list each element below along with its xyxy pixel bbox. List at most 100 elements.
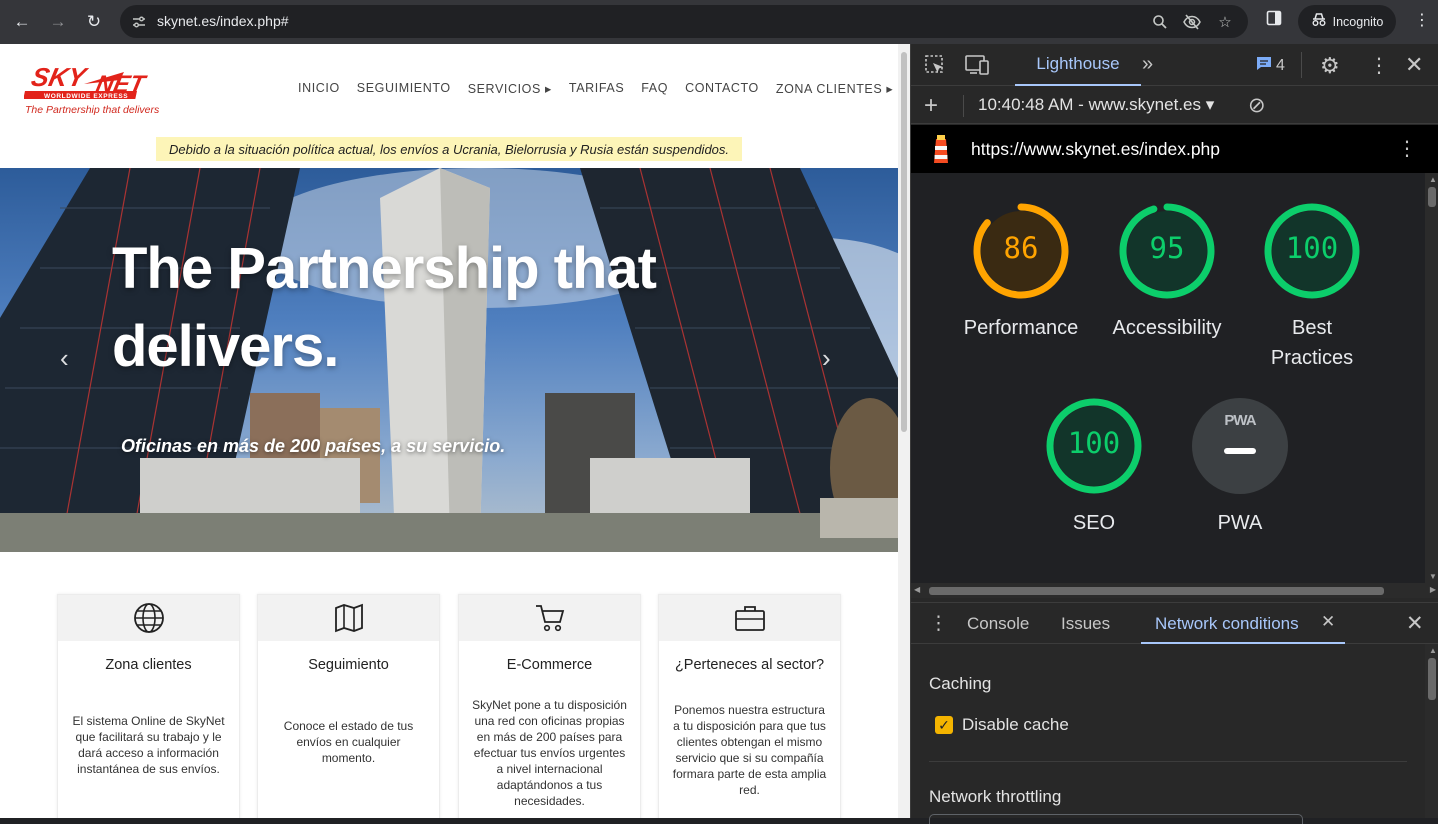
browser-toolbar: ← → ↻ skynet.es/index.php# ☆ Incognito ⋮ bbox=[0, 0, 1438, 44]
report-selector[interactable]: 10:40:48 AM - www.skynet.es ▾ bbox=[978, 95, 1214, 115]
nav-servicios[interactable]: SERVICIOS ▸ bbox=[468, 81, 552, 96]
tab-network-conditions-label: Network conditions bbox=[1155, 614, 1299, 633]
issues-counter[interactable]: 4 bbox=[1256, 56, 1285, 75]
drawer-scroll-thumb[interactable] bbox=[1428, 658, 1436, 700]
report-hscroll-thumb[interactable] bbox=[929, 587, 1384, 595]
score-value: 86 bbox=[1003, 231, 1039, 265]
lighthouse-toolbar: + 10:40:48 AM - www.skynet.es ▾ ⊘ bbox=[911, 86, 1438, 124]
scroll-up-icon[interactable]: ▲ bbox=[1429, 175, 1437, 184]
carousel-next-icon[interactable]: › bbox=[822, 343, 831, 374]
card-title: Zona clientes bbox=[105, 657, 192, 673]
score-gauge-best-practices[interactable]: 100 bbox=[1264, 203, 1360, 299]
carousel-prev-icon[interactable]: ‹ bbox=[60, 343, 69, 374]
lighthouse-report: 86 Performance 95 Accessibility 100 Best Pract… bbox=[911, 173, 1425, 583]
nav-seguimiento[interactable]: SEGUIMIENTO bbox=[357, 81, 451, 96]
score-gauge-seo[interactable]: 100 bbox=[1046, 398, 1142, 494]
report-vertical-scrollbar[interactable]: ▲ ▼ bbox=[1425, 173, 1438, 583]
svg-text:SKY: SKY bbox=[29, 62, 91, 92]
skynet-logo[interactable]: SKY NET WORLDWIDE EXPRESS The Partnershi… bbox=[23, 58, 174, 118]
page-scrollbar-thumb[interactable] bbox=[901, 52, 907, 432]
card-ecommerce[interactable]: E-Commerce SkyNet pone a tu disposición … bbox=[458, 594, 641, 818]
incognito-icon bbox=[1311, 13, 1327, 30]
close-tab-icon[interactable]: ✕ bbox=[1321, 612, 1335, 632]
scroll-left-icon[interactable]: ◀ bbox=[914, 585, 920, 594]
card-title: ¿Perteneces al sector? bbox=[674, 657, 825, 673]
cart-icon bbox=[535, 605, 564, 632]
zoom-icon[interactable] bbox=[1150, 12, 1170, 32]
card-title: Seguimiento bbox=[308, 657, 389, 673]
address-bar[interactable]: skynet.es/index.php# ☆ bbox=[120, 5, 1248, 38]
drawer-scrollbar[interactable]: ▲ bbox=[1425, 644, 1438, 818]
browser-menu-icon[interactable]: ⋮ bbox=[1414, 10, 1430, 30]
scroll-right-icon[interactable]: ▶ bbox=[1430, 585, 1436, 594]
inspect-element-icon[interactable] bbox=[924, 54, 946, 81]
devtools-tabbar: Lighthouse » 4 ⚙ ⋮ ✕ bbox=[911, 44, 1438, 86]
device-toolbar-icon[interactable] bbox=[964, 54, 990, 81]
tabbar-divider bbox=[1301, 52, 1302, 78]
more-tabs-chevron-icon[interactable]: » bbox=[1142, 53, 1153, 76]
score-label: SEO bbox=[1072, 512, 1116, 534]
tab-issues[interactable]: Issues bbox=[1061, 614, 1110, 634]
incognito-badge[interactable]: Incognito bbox=[1298, 5, 1396, 38]
report-horizontal-scrollbar[interactable]: ◀ ▶ bbox=[911, 583, 1438, 598]
new-report-plus-icon[interactable]: + bbox=[924, 92, 938, 120]
score-value: 95 bbox=[1149, 231, 1185, 265]
reload-icon[interactable]: ↻ bbox=[80, 8, 108, 36]
report-scroll-thumb[interactable] bbox=[1428, 187, 1436, 207]
score-gauge-pwa[interactable]: PWA bbox=[1192, 398, 1288, 494]
scroll-down-icon[interactable]: ▼ bbox=[1429, 572, 1437, 581]
svg-text:WORLDWIDE EXPRESS: WORLDWIDE EXPRESS bbox=[44, 93, 128, 100]
clear-reports-icon[interactable]: ⊘ bbox=[1248, 93, 1266, 118]
eye-off-icon[interactable] bbox=[1182, 12, 1202, 32]
disable-cache-checkbox[interactable]: ✓ bbox=[935, 716, 953, 734]
bookmark-star-icon[interactable]: ☆ bbox=[1215, 12, 1235, 32]
tab-network-conditions[interactable]: Network conditions ✕ bbox=[1141, 603, 1345, 644]
map-icon bbox=[334, 603, 363, 633]
card-text: Ponemos nuestra estructura a tu disposic… bbox=[672, 703, 827, 797]
section-divider bbox=[929, 761, 1407, 762]
site-info-icon[interactable] bbox=[129, 12, 149, 32]
forward-arrow-icon[interactable]: → bbox=[44, 8, 72, 36]
scroll-up-icon[interactable]: ▲ bbox=[1429, 646, 1437, 655]
card-perteneces-sector[interactable]: ¿Perteneces al sector? Ponemos nuestra e… bbox=[658, 594, 841, 818]
tab-lighthouse[interactable]: Lighthouse bbox=[1015, 44, 1141, 86]
score-gauge-performance[interactable]: 86 bbox=[973, 203, 1069, 299]
close-drawer-icon[interactable]: ✕ bbox=[1406, 611, 1424, 636]
nav-faq[interactable]: FAQ bbox=[641, 81, 668, 96]
drawer-tabbar: ⋮ Console Issues Network conditions ✕ ✕ bbox=[911, 602, 1438, 644]
url-text[interactable]: skynet.es/index.php# bbox=[157, 13, 289, 29]
card-icon-header bbox=[58, 595, 239, 641]
briefcase-icon bbox=[734, 606, 765, 631]
settings-gear-icon[interactable]: ⚙ bbox=[1320, 53, 1340, 79]
score-value: 100 bbox=[1285, 231, 1339, 265]
report-url[interactable]: https://www.skynet.es/index.php bbox=[971, 139, 1220, 160]
caching-title: Caching bbox=[929, 674, 992, 693]
nav-tarifas[interactable]: TARIFAS bbox=[569, 81, 624, 96]
svg-text:The Partnership that delivers: The Partnership that delivers bbox=[25, 104, 160, 116]
report-url-bar: https://www.skynet.es/index.php ⋮ bbox=[911, 125, 1438, 173]
score-label: Performance bbox=[963, 317, 1079, 339]
report-menu-icon[interactable]: ⋮ bbox=[1397, 136, 1417, 161]
card-seguimiento[interactable]: Seguimiento Conoce el estado de tus enví… bbox=[257, 594, 440, 818]
close-devtools-icon[interactable]: ✕ bbox=[1405, 52, 1423, 78]
throttling-select[interactable] bbox=[929, 814, 1303, 824]
card-zona-clientes[interactable]: Zona clientes El sistema Online de SkyNe… bbox=[57, 594, 240, 818]
side-panel-icon[interactable] bbox=[1266, 10, 1282, 31]
nav-inicio[interactable]: INICIO bbox=[298, 81, 340, 96]
tab-console[interactable]: Console bbox=[967, 614, 1029, 634]
disable-cache-label[interactable]: Disable cache bbox=[962, 715, 1069, 735]
devtools-panel: Lighthouse » 4 ⚙ ⋮ ✕ + 10:40:48 AM - www… bbox=[910, 44, 1438, 824]
score-gauge-accessibility[interactable]: 95 bbox=[1119, 203, 1215, 299]
score-value: PWA bbox=[1224, 412, 1256, 429]
card-icon-header bbox=[659, 595, 840, 641]
score-label: PWA bbox=[1217, 512, 1263, 534]
network-conditions-panel: Caching ✓ Disable cache Network throttli… bbox=[911, 644, 1425, 824]
nav-zona-clientes[interactable]: ZONA CLIENTES ▸ bbox=[776, 81, 893, 96]
devtools-menu-icon[interactable]: ⋮ bbox=[1369, 53, 1389, 78]
webpage: SKY NET WORLDWIDE EXPRESS The Partnershi… bbox=[0, 44, 898, 818]
back-arrow-icon[interactable]: ← bbox=[8, 8, 36, 36]
issues-count: 4 bbox=[1276, 56, 1285, 74]
page-scrollbar[interactable] bbox=[898, 44, 910, 818]
nav-contacto[interactable]: CONTACTO bbox=[685, 81, 759, 96]
drawer-menu-icon[interactable]: ⋮ bbox=[929, 612, 948, 635]
